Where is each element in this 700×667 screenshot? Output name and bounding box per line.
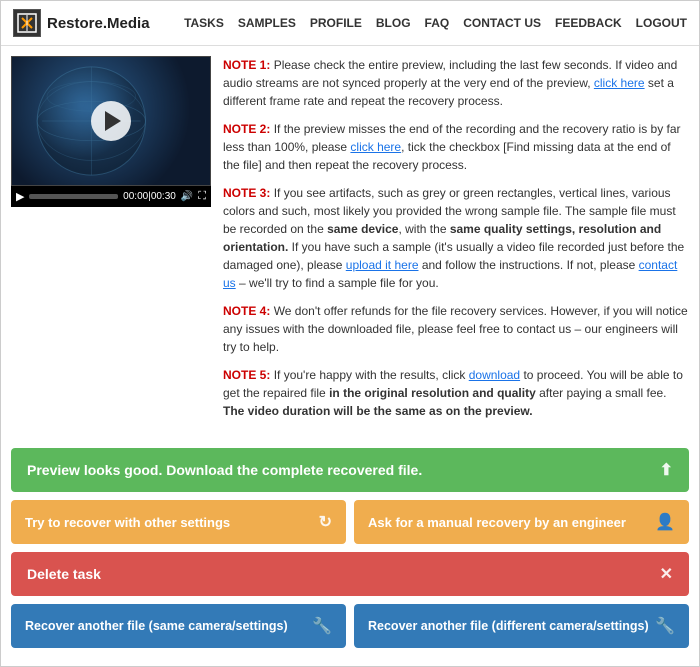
nav-faq[interactable]: FAQ — [425, 16, 450, 30]
note1-link[interactable]: click here — [594, 76, 645, 90]
note3-text-mid1: , with the — [398, 222, 449, 236]
nav-feedback[interactable]: FEEDBACK — [555, 16, 622, 30]
nav-samples[interactable]: SAMPLES — [238, 16, 296, 30]
progress-bar[interactable] — [29, 194, 118, 199]
note1-label: NOTE 1: — [223, 58, 270, 72]
download-label: Preview looks good. Download the complet… — [27, 462, 422, 478]
download-icon: ⬆ — [660, 460, 673, 480]
video-panel: ▶ 00:00|00:30 🔊 ⛶ — [11, 56, 211, 430]
delete-icon: ✕ — [660, 564, 673, 584]
note3-text-after: and follow the instructions. If not, ple… — [419, 258, 639, 272]
volume-icon[interactable]: 🔊 — [181, 191, 193, 202]
logo-text: Restore.Media — [47, 15, 150, 32]
nav-links: TASKS SAMPLES PROFILE BLOG FAQ CONTACT U… — [170, 16, 687, 30]
note5-bold2: The video duration will be the same as o… — [223, 404, 533, 418]
note3-link1[interactable]: upload it here — [346, 258, 419, 272]
buttons-section: Preview looks good. Download the complet… — [1, 440, 699, 666]
logo-area: Restore.Media — [13, 9, 150, 37]
nav-logout[interactable]: LOGOUT — [636, 16, 687, 30]
note2-label: NOTE 2: — [223, 122, 270, 136]
time-display: 00:00|00:30 — [123, 191, 176, 202]
video-globe — [12, 57, 210, 185]
video-controls: ▶ 00:00|00:30 🔊 ⛶ — [11, 186, 211, 207]
notes-panel: NOTE 1: Please check the entire preview,… — [223, 56, 689, 430]
note5-bold1: in the original resolution and quality — [329, 386, 536, 400]
note3-label: NOTE 3: — [223, 186, 270, 200]
note3-bold1: same device — [327, 222, 398, 236]
note5-text-after: after paying a small fee. — [536, 386, 667, 400]
note4-label: NOTE 4: — [223, 304, 270, 318]
note-1: NOTE 1: Please check the entire preview,… — [223, 56, 689, 110]
nav-contact[interactable]: CONTACT US — [463, 16, 541, 30]
recover-same-camera-button[interactable]: Recover another file (same camera/settin… — [11, 604, 346, 648]
play-control-icon[interactable]: ▶ — [16, 190, 24, 203]
wrench2-icon: 🔧 — [655, 616, 675, 636]
note-3: NOTE 3: If you see artifacts, such as gr… — [223, 184, 689, 292]
note5-text-before: If you're happy with the results, click — [274, 368, 469, 382]
nav-blog[interactable]: BLOG — [376, 16, 411, 30]
recover-other-settings-button[interactable]: Try to recover with other settings ↻ — [11, 500, 346, 544]
download-button[interactable]: Preview looks good. Download the complet… — [11, 448, 689, 492]
nav-profile[interactable]: PROFILE — [310, 16, 362, 30]
note5-label: NOTE 5: — [223, 368, 270, 382]
main-content: ▶ 00:00|00:30 🔊 ⛶ NOTE 1: Please check t… — [1, 46, 699, 440]
main-window: Restore.Media TASKS SAMPLES PROFILE BLOG… — [0, 0, 700, 667]
refresh-icon: ↻ — [319, 512, 332, 532]
manual-recovery-label: Ask for a manual recovery by an engineer — [368, 515, 626, 530]
fullscreen-icon[interactable]: ⛶ — [198, 190, 206, 203]
note2-link[interactable]: click here — [350, 140, 401, 154]
recover-other-settings-label: Try to recover with other settings — [25, 515, 230, 530]
orange-buttons-row: Try to recover with other settings ↻ Ask… — [11, 500, 689, 544]
note-5: NOTE 5: If you're happy with the results… — [223, 366, 689, 420]
note4-text: We don't offer refunds for the file reco… — [223, 304, 688, 354]
note5-link[interactable]: download — [469, 368, 520, 382]
note-4: NOTE 4: We don't offer refunds for the f… — [223, 302, 689, 356]
recover-same-label: Recover another file (same camera/settin… — [25, 619, 288, 633]
recover-diff-label: Recover another file (different camera/s… — [368, 619, 649, 633]
play-button[interactable] — [91, 101, 131, 141]
manual-recovery-button[interactable]: Ask for a manual recovery by an engineer… — [354, 500, 689, 544]
note3-text-end: – we'll try to find a sample file for yo… — [236, 276, 439, 290]
delete-task-label: Delete task — [27, 566, 101, 582]
note-2: NOTE 2: If the preview misses the end of… — [223, 120, 689, 174]
blue-buttons-row: Recover another file (same camera/settin… — [11, 604, 689, 648]
navigation-bar: Restore.Media TASKS SAMPLES PROFILE BLOG… — [1, 1, 699, 46]
engineer-icon: 👤 — [655, 512, 675, 532]
logo-icon — [13, 9, 41, 37]
delete-task-button[interactable]: Delete task ✕ — [11, 552, 689, 596]
video-container — [11, 56, 211, 186]
recover-diff-camera-button[interactable]: Recover another file (different camera/s… — [354, 604, 689, 648]
nav-tasks[interactable]: TASKS — [184, 16, 224, 30]
wrench-icon: 🔧 — [312, 616, 332, 636]
